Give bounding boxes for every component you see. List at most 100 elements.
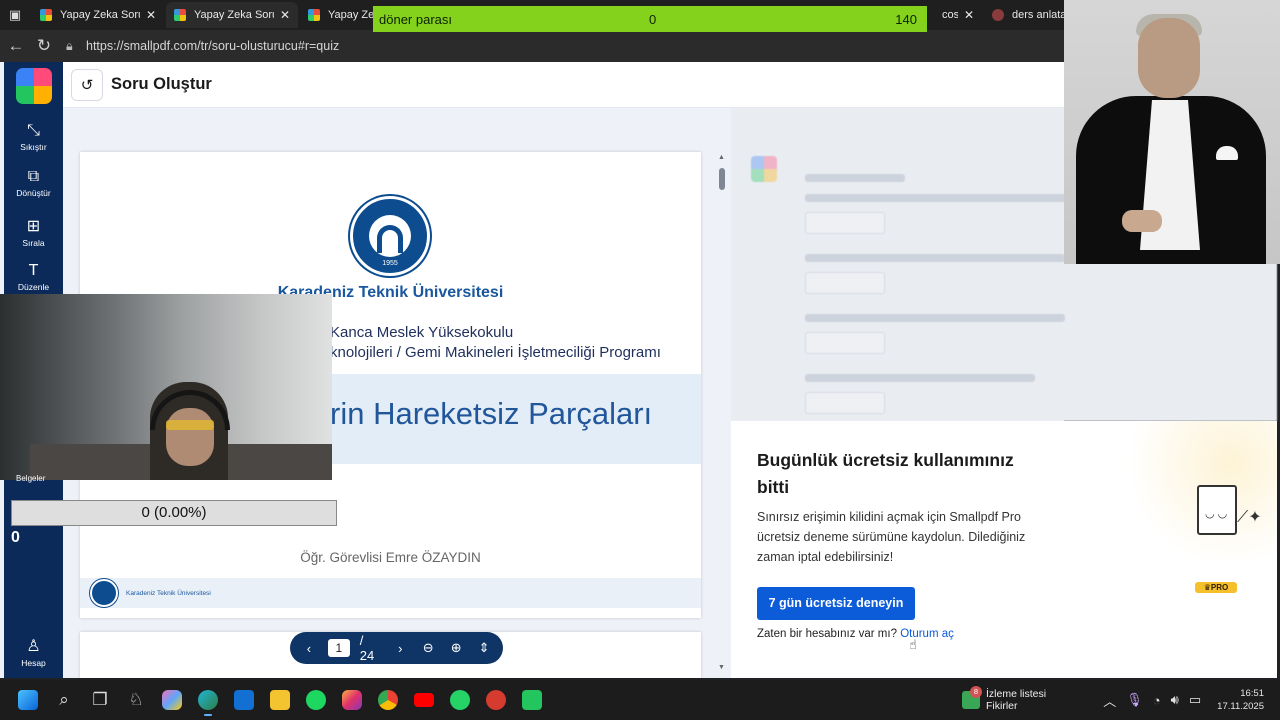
- app-header: ↺ Soru Oluştur: [63, 62, 1064, 108]
- site-favicon-icon: [992, 9, 1004, 21]
- counter-value: 0: [649, 11, 657, 27]
- browser-tab[interactable]: Yapay Zeka Soru O ✕: [32, 2, 164, 28]
- window-menu-icon[interactable]: ▣: [0, 0, 30, 30]
- scroll-down-icon[interactable]: ▼: [718, 664, 725, 671]
- free-trial-button[interactable]: 7 gün ücretsiz deneyin: [757, 587, 915, 620]
- acrobat-icon[interactable]: [478, 682, 514, 718]
- chevron-up-icon[interactable]: ︿: [1103, 691, 1116, 710]
- rail-item-convert[interactable]: ⧉ Dönüştür: [4, 168, 63, 198]
- browser-tab[interactable]: cosu ✕: [934, 2, 982, 28]
- task-view-icon[interactable]: ❐: [82, 682, 118, 718]
- reset-button[interactable]: ↺: [71, 68, 103, 101]
- zoom-in-icon[interactable]: ⊕: [447, 640, 465, 656]
- stream-progress-bar: 0 (0.00%): [11, 500, 337, 526]
- scroll-thumb[interactable]: [719, 168, 725, 190]
- smallpdf-favicon-icon: [174, 9, 186, 21]
- microphone-icon[interactable]: 🎙︎: [1126, 692, 1143, 708]
- widget-subtitle: Fikirler: [986, 700, 1018, 712]
- app-green-icon[interactable]: [514, 682, 550, 718]
- counter-max: 140: [895, 11, 917, 27]
- login-row: Zaten bir hesabınız var mı? Oturum aç: [757, 628, 954, 640]
- clock-date: 17.11.2025: [1217, 701, 1264, 712]
- lock-icon: 🔒︎: [66, 38, 73, 53]
- grid-icon: ⊞: [26, 218, 41, 235]
- close-tab-icon[interactable]: ✕: [146, 8, 156, 22]
- fit-page-icon[interactable]: ⇕: [475, 640, 493, 656]
- smallpdf-logo-icon[interactable]: [16, 68, 52, 104]
- chrome-icon[interactable]: [370, 682, 406, 718]
- system-tray: ︿ 🎙︎ ◔ 🔊︎ ▭ 16:51 17.11.2025: [1103, 680, 1280, 720]
- undo-icon: ↺: [80, 76, 94, 94]
- page-title: Soru Oluştur: [111, 75, 212, 93]
- pro-badge-label: PRO: [1210, 583, 1229, 592]
- page-navigation: ‹ 1 / 24 › ⊖ ⊕ ⇕: [290, 632, 503, 664]
- windows-start-icon[interactable]: [10, 682, 46, 718]
- stream-count: 0: [11, 529, 20, 546]
- close-tab-icon[interactable]: ✕: [964, 8, 974, 22]
- rail-item-edit[interactable]: T Düzenle: [4, 262, 63, 292]
- rail-item-organize[interactable]: ⊞ Sırala: [4, 216, 63, 248]
- app-icon[interactable]: ♘: [118, 682, 154, 718]
- seal-year: 1955: [382, 260, 398, 267]
- widget-title: İzleme listesi: [986, 688, 1047, 700]
- url-field[interactable]: 🔒︎ https://smallpdf.com/tr/soru-olusturu…: [66, 34, 1076, 58]
- webcam-overlay: [0, 294, 332, 480]
- browser-tab-active[interactable]: Yapay Zeka Soru O ✕: [166, 2, 298, 28]
- author-name: Öğr. Görevlisi Emre ÖZAYDIN: [300, 550, 481, 565]
- edge-icon[interactable]: [190, 682, 226, 718]
- upsell-panel: Bugünlük ücretsiz kullanımınız bitti Sın…: [731, 421, 1277, 678]
- copilot-icon[interactable]: [154, 682, 190, 718]
- clock[interactable]: 16:51 17.11.2025: [1211, 687, 1264, 713]
- wifi-icon[interactable]: ◔: [1153, 693, 1161, 708]
- school-name: Kanca Meslek Yüksekokulu: [330, 324, 514, 341]
- pro-badge: ♛PRO: [1195, 582, 1237, 593]
- topic-title: rin Hareketsiz Parçaları: [330, 396, 653, 431]
- close-tab-icon[interactable]: ✕: [280, 8, 290, 22]
- magic-wand-icon: ⟋✦: [1237, 509, 1262, 526]
- stocks-icon: 8: [962, 686, 982, 709]
- volume-icon[interactable]: 🔊︎: [1171, 692, 1179, 708]
- document-scrollbar[interactable]: ▲ ▼: [718, 154, 725, 672]
- file-explorer-icon[interactable]: [262, 682, 298, 718]
- rail-label: Sırala: [22, 238, 45, 248]
- scroll-up-icon[interactable]: ▲: [718, 154, 725, 161]
- compress-icon: ⤡: [27, 122, 40, 139]
- tab-title: cosu: [942, 9, 958, 21]
- counter-label: döner parası: [379, 11, 452, 27]
- donation-counter-overlay: döner parası 0 140: [373, 6, 927, 32]
- hand-cursor-icon: ☝: [909, 637, 917, 652]
- rail-label: Sıkıştır: [20, 142, 47, 152]
- smallpdf-favicon-icon: [40, 9, 52, 21]
- tab-title: Yapay Zeka Soru O: [194, 9, 274, 21]
- reload-icon[interactable]: ↻: [30, 32, 58, 60]
- widget-badge: 8: [970, 686, 982, 698]
- tab-title: Yapay Zeka Soru O: [60, 9, 140, 21]
- prev-page-icon[interactable]: ‹: [300, 641, 318, 656]
- windows-taskbar: ⌕ ❐ ♘: [0, 680, 1280, 720]
- url-text: https://smallpdf.com/tr/soru-olusturucu#…: [86, 39, 340, 53]
- outlook-icon[interactable]: [226, 682, 262, 718]
- page-number-input[interactable]: 1: [327, 639, 350, 657]
- topic-band: rin Hareketsiz Parçaları: [330, 374, 701, 464]
- zoom-out-icon[interactable]: ⊖: [419, 640, 437, 656]
- youtube-icon[interactable]: [406, 682, 442, 718]
- rail-label: Hesap: [21, 658, 46, 668]
- document-footer: Karadeniz Teknik Üniversitesi: [80, 578, 701, 608]
- login-prompt: Zaten bir hesabınız var mı?: [757, 628, 897, 640]
- portrait-overlay: [1064, 0, 1280, 264]
- next-page-icon[interactable]: ›: [391, 641, 409, 656]
- search-icon[interactable]: ⌕: [46, 682, 82, 718]
- back-arrow-icon[interactable]: ←: [2, 32, 30, 60]
- rail-item-account[interactable]: ♙ Hesap: [4, 636, 63, 668]
- instagram-icon[interactable]: [334, 682, 370, 718]
- whatsapp-icon[interactable]: [442, 682, 478, 718]
- rail-item-compress[interactable]: ⤡ Sıkıştır: [4, 122, 63, 152]
- smallpdf-favicon-icon: [308, 9, 320, 21]
- upsell-title: Bugünlük ücretsiz kullanımınız bitti: [757, 450, 1014, 497]
- spotify-icon[interactable]: [298, 682, 334, 718]
- rail-partial-label: Belgeler: [16, 474, 46, 483]
- watchlist-widget[interactable]: 8 İzleme listesi Fikirler: [962, 684, 1046, 716]
- footer-seal-icon: [90, 579, 118, 607]
- battery-icon[interactable]: ▭: [1189, 692, 1201, 708]
- university-seal-icon: 1955: [350, 196, 430, 276]
